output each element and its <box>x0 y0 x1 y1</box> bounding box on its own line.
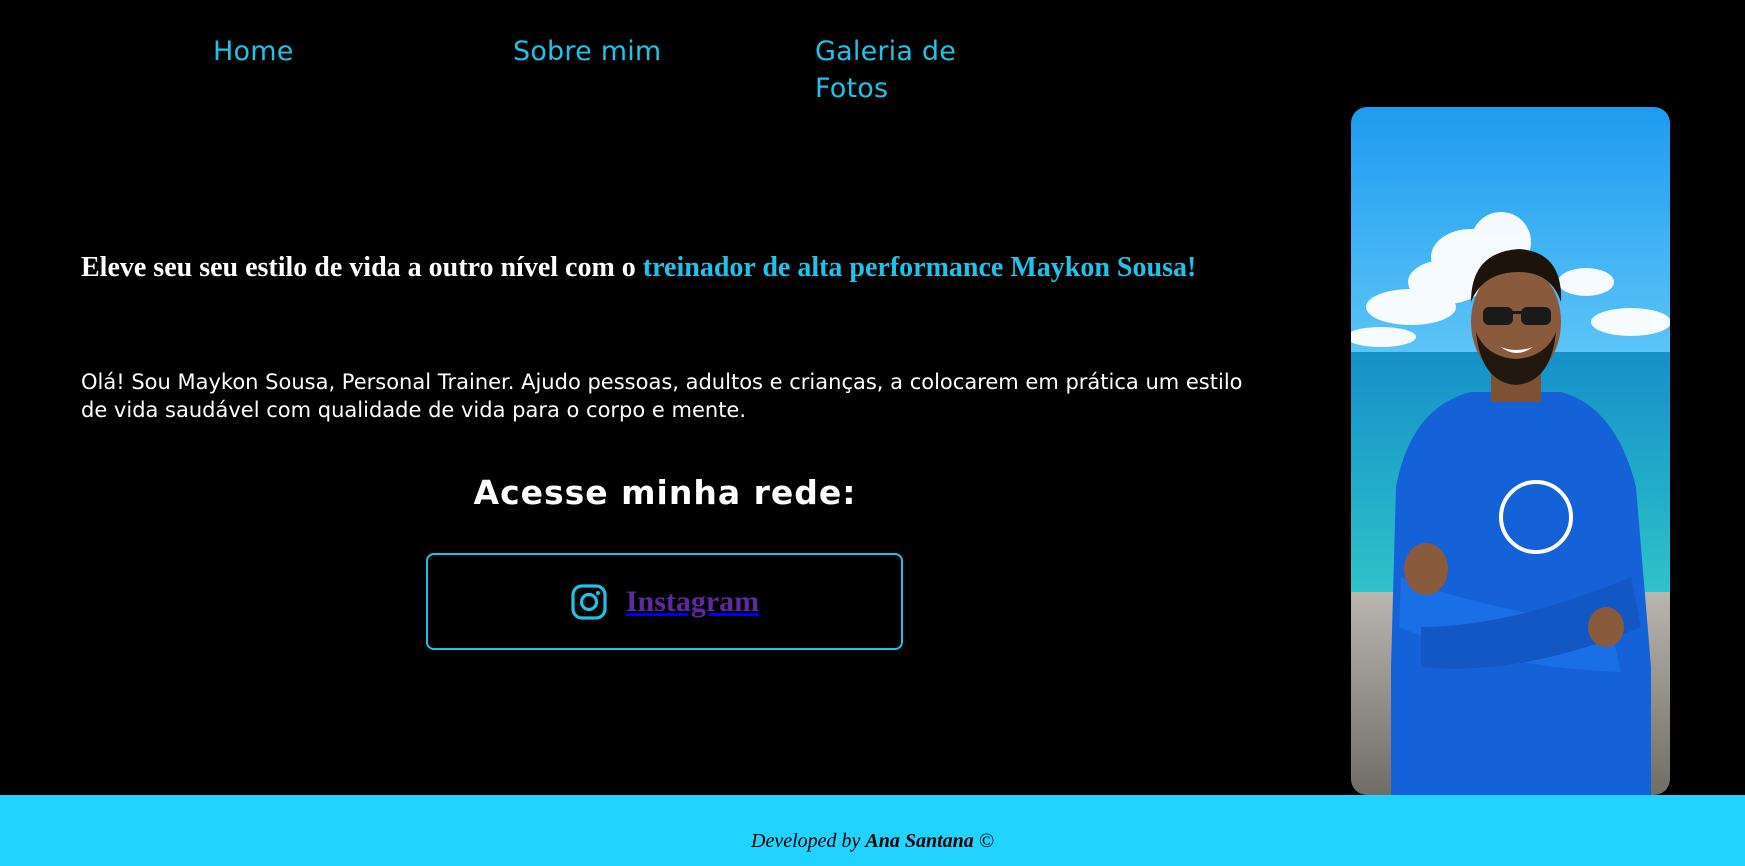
headline-accent: treinador de alta performance Maykon Sou… <box>642 252 1197 283</box>
page-footer: Developed by Ana Santana © <box>0 795 1745 866</box>
instagram-label: Instagram <box>625 584 760 618</box>
footer-suffix: © <box>973 830 994 852</box>
network-title: Acesse minha rede: <box>473 473 857 512</box>
nav-link-home[interactable]: Home <box>213 33 294 70</box>
hero-headline: Eleve seu seu estilo de vida a outro nív… <box>81 251 1261 285</box>
instagram-icon <box>571 583 607 620</box>
footer-prefix: Developed by <box>751 830 866 852</box>
trainer-photo <box>1351 107 1670 795</box>
footer-author: Ana Santana <box>865 830 974 852</box>
instagram-button[interactable]: Instagram <box>426 553 903 650</box>
footer-credit: Developed by Ana Santana © <box>0 795 1745 853</box>
main-nav: Home Sobre mim Galeria de Fotos <box>0 0 1745 110</box>
hero-intro: Olá! Sou Maykon Sousa, Personal Trainer.… <box>81 370 1243 422</box>
headline-prefix: Eleve seu seu estilo de vida a outro nív… <box>81 252 643 283</box>
trainer-photo-illustration <box>1351 107 1670 795</box>
nav-link-gallery[interactable]: Galeria de Fotos <box>815 33 1015 107</box>
nav-link-about[interactable]: Sobre mim <box>513 33 661 70</box>
